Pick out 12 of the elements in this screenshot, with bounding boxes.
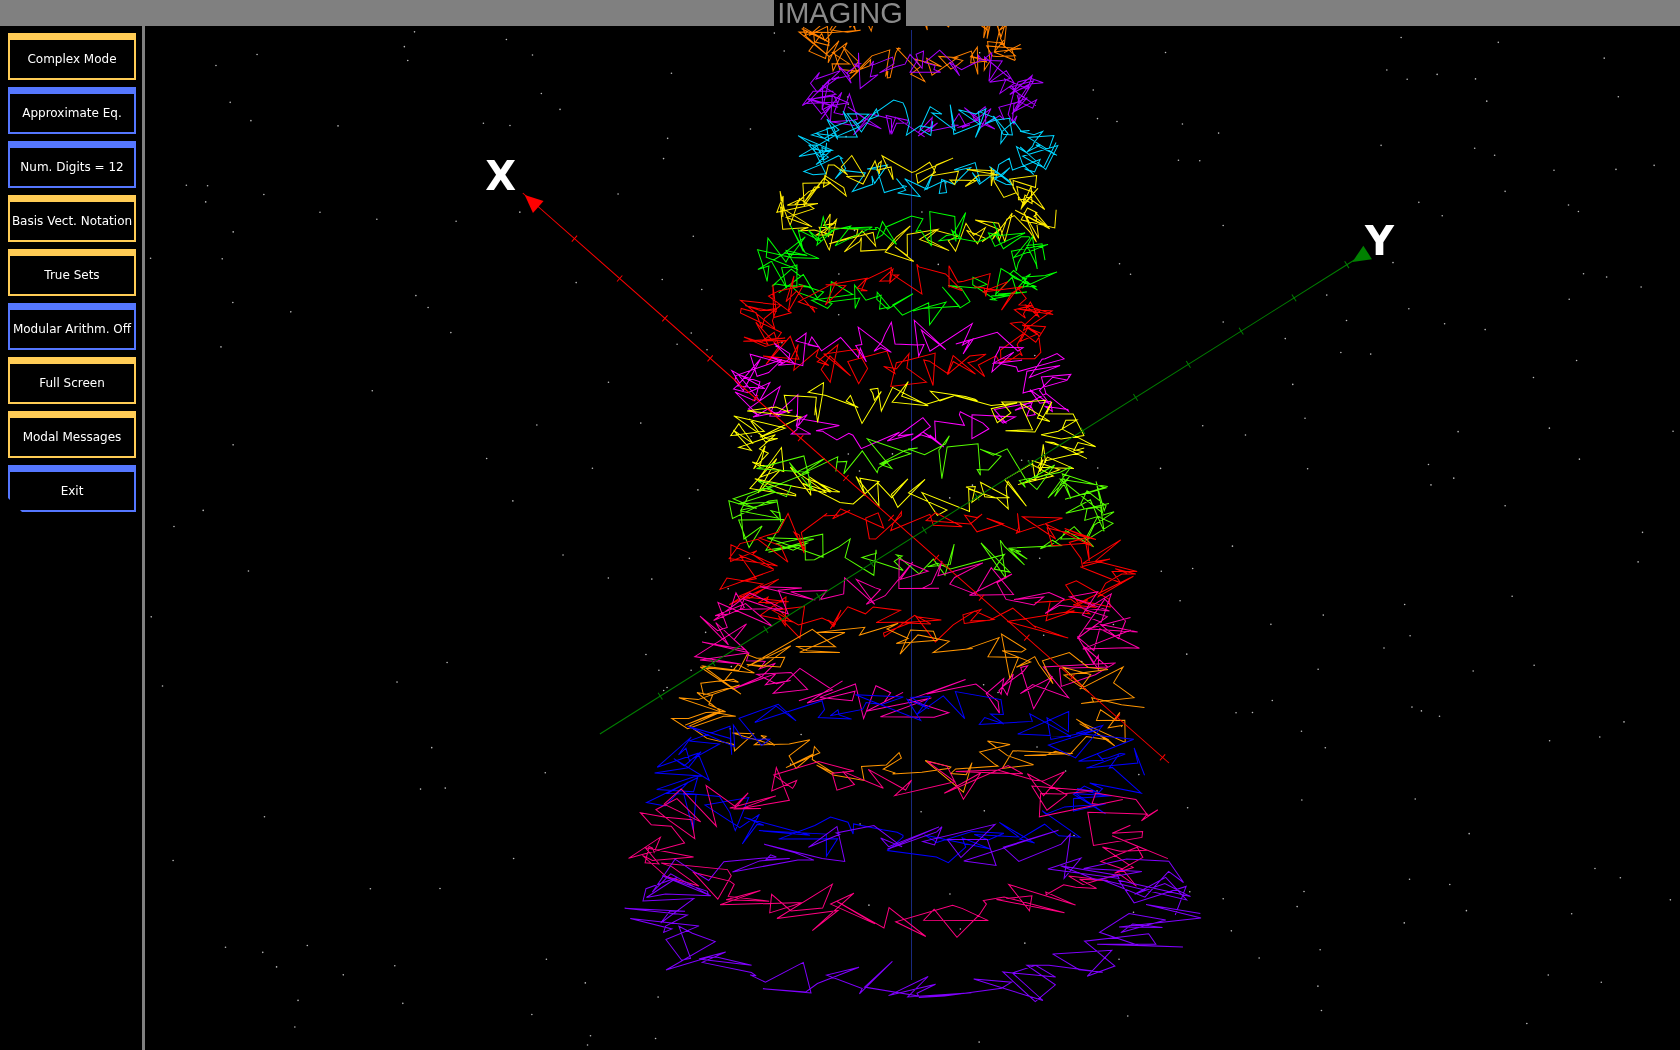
window-title: IMAGING [774,0,906,26]
menu-button[interactable]: Modal Messages [8,411,136,458]
axis-label: Y [1364,218,1394,264]
menu-button[interactable]: True Sets [8,249,136,296]
axis-label: X [485,153,517,199]
menu-button[interactable]: Modular Arithm. Off [8,303,136,350]
menu-button[interactable]: Approximate Eq. [8,87,136,134]
menu-button[interactable]: Full Screen [8,357,136,404]
menu-button[interactable]: Basis Vect. Notation [8,195,136,242]
menu-button[interactable]: Complex Mode [8,33,136,80]
menu-button[interactable]: Exit [8,465,136,512]
menu-button[interactable]: Num. Digits = 12 [8,141,136,188]
